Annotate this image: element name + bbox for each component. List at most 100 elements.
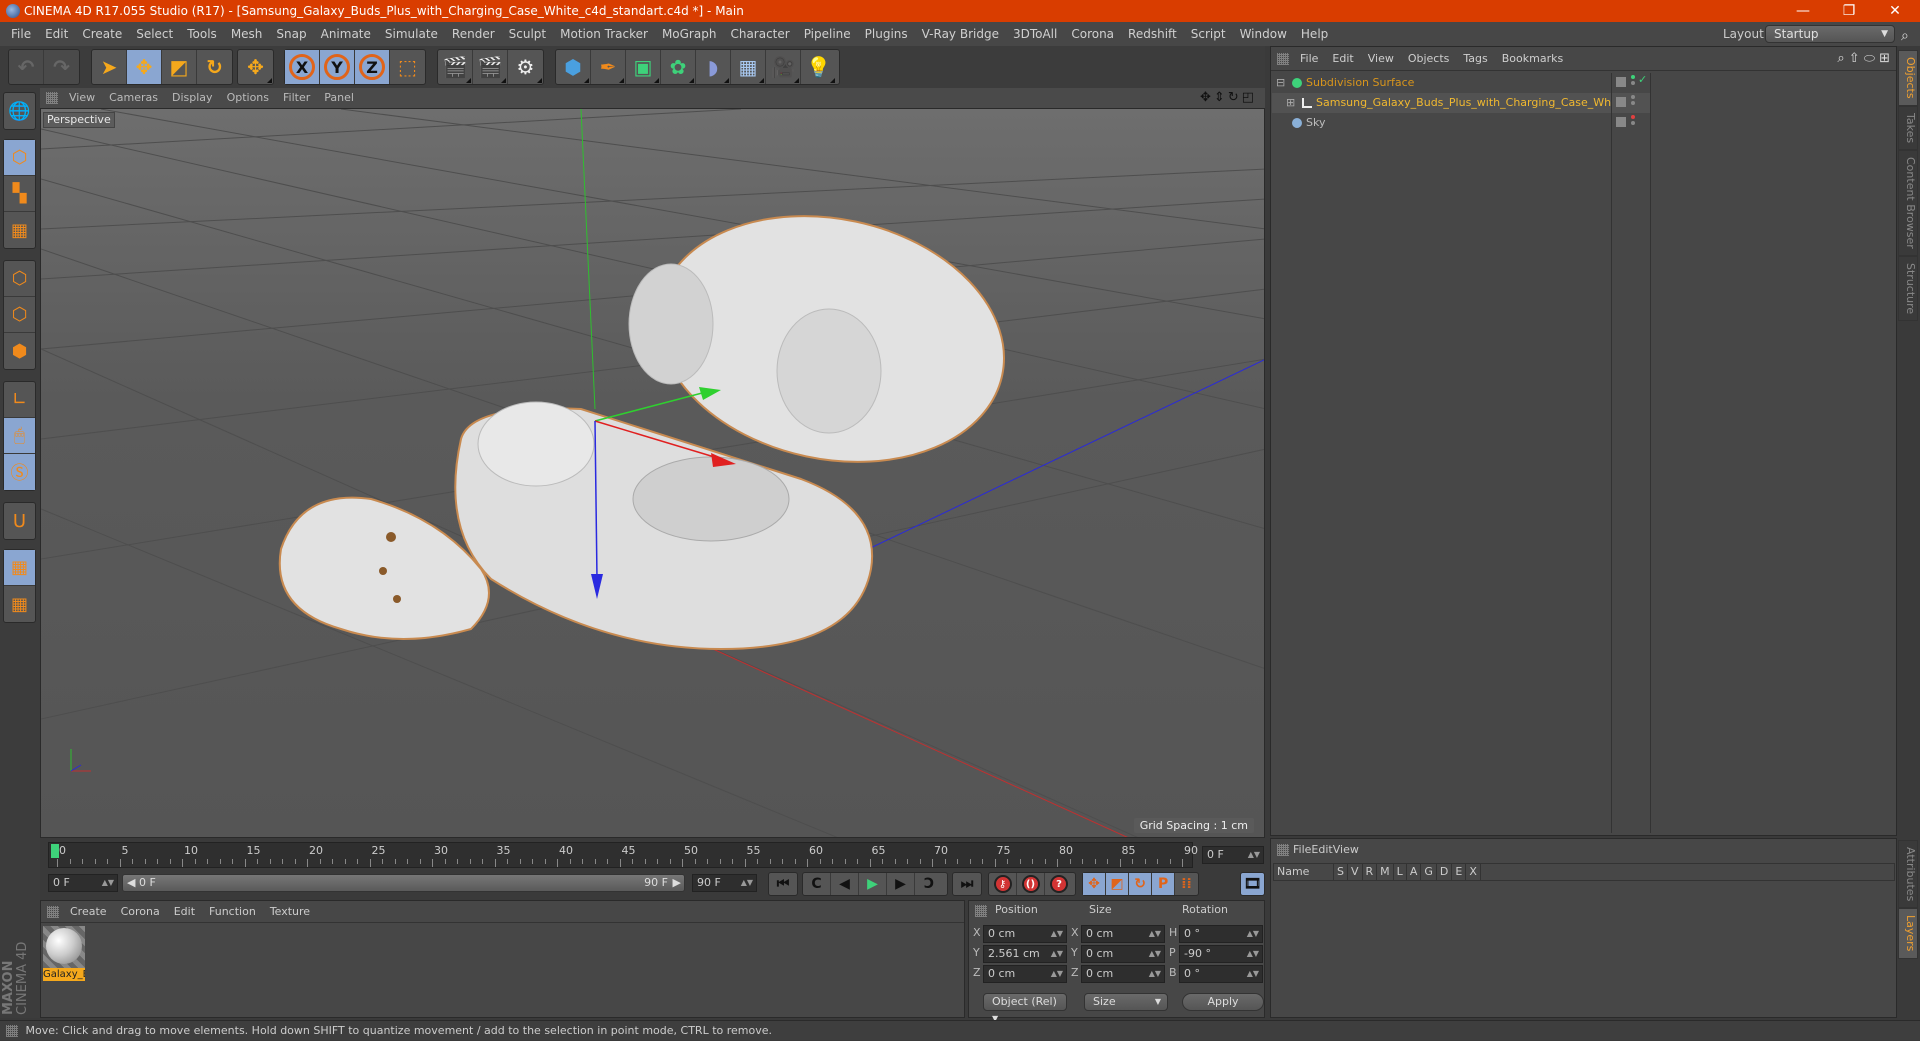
- range-right-arrow-icon[interactable]: ▶: [673, 875, 681, 891]
- previous-key-button[interactable]: C: [803, 873, 831, 895]
- cube-button[interactable]: ⬢: [556, 50, 591, 84]
- viewport-menu-filter[interactable]: Filter: [276, 88, 317, 108]
- panel-grip-icon[interactable]: [1277, 53, 1289, 65]
- pan-icon[interactable]: ✥: [1200, 90, 1211, 105]
- spinner-icon[interactable]: ▲▼: [1149, 946, 1161, 962]
- om-menu-edit[interactable]: Edit: [1325, 47, 1360, 71]
- search-icon[interactable]: ⌕: [1837, 51, 1844, 66]
- menu-plugins[interactable]: Plugins: [858, 22, 915, 46]
- close-button[interactable]: ✕: [1872, 0, 1918, 22]
- viewport-menu-panel[interactable]: Panel: [317, 88, 361, 108]
- side-tab-layers[interactable]: Layers: [1898, 908, 1918, 959]
- size-mode-dropdown[interactable]: Size ▼: [1084, 993, 1168, 1011]
- layer-column-v[interactable]: V: [1348, 864, 1363, 880]
- mm-menu-create[interactable]: Create: [63, 901, 114, 923]
- locked-workplane-button[interactable]: ▦: [4, 550, 35, 586]
- menu-v-ray-bridge[interactable]: V-Ray Bridge: [915, 22, 1006, 46]
- next-frame-button[interactable]: ▶: [887, 873, 915, 895]
- om-menu-file[interactable]: File: [1293, 47, 1325, 71]
- menu-motion-tracker[interactable]: Motion Tracker: [553, 22, 655, 46]
- key-position-button[interactable]: ✥: [1083, 873, 1107, 895]
- menu-redshift[interactable]: Redshift: [1121, 22, 1184, 46]
- minimize-button[interactable]: —: [1780, 0, 1826, 22]
- menu-snap[interactable]: Snap: [269, 22, 313, 46]
- go-to-start-button[interactable]: ⏮: [769, 873, 797, 895]
- spinner-icon[interactable]: ▲▼: [1247, 926, 1259, 942]
- spinner-icon[interactable]: ▲▼: [1247, 966, 1259, 982]
- dolly-icon[interactable]: ⇕: [1214, 90, 1225, 105]
- go-to-end-button[interactable]: ⏭: [953, 873, 981, 895]
- tweak-mode-button[interactable]: 🖱: [4, 418, 35, 454]
- visibility-dots-icon[interactable]: [1631, 115, 1635, 119]
- panel-grip-icon[interactable]: [1277, 844, 1289, 856]
- enabled-check-icon[interactable]: ✓: [1638, 73, 1647, 86]
- axis-mode-button[interactable]: ∟: [4, 382, 35, 418]
- home-icon[interactable]: ⇧: [1849, 51, 1860, 66]
- layer-column-x[interactable]: X: [1466, 864, 1481, 880]
- key-scale-button[interactable]: ◩: [1106, 873, 1130, 895]
- om-menu-bookmarks[interactable]: Bookmarks: [1495, 47, 1570, 71]
- spinner-icon[interactable]: ▲▼: [1247, 946, 1259, 962]
- mm-menu-texture[interactable]: Texture: [263, 901, 317, 923]
- model-mode-button[interactable]: ⬡: [4, 140, 35, 176]
- timeline-ruler[interactable]: 0 5 10 15 20 25 30 35 40 45 50 55 60 65 70 75 80 85 90: [48, 842, 1198, 868]
- keyframe-selection-button[interactable]: ?: [1045, 873, 1073, 895]
- side-tab-takes[interactable]: Takes: [1898, 105, 1918, 150]
- pen-spline-button[interactable]: ✒: [591, 50, 626, 84]
- menu-window[interactable]: Window: [1233, 22, 1294, 46]
- menu-help[interactable]: Help: [1294, 22, 1335, 46]
- subdivision-surface-button[interactable]: ▣: [626, 50, 661, 84]
- menu-tools[interactable]: Tools: [180, 22, 224, 46]
- edges-mode-button[interactable]: ⬡: [4, 297, 35, 333]
- rotate-button[interactable]: ↻: [197, 50, 232, 84]
- menu-corona[interactable]: Corona: [1064, 22, 1121, 46]
- polygons-mode-button[interactable]: ⬢: [4, 333, 35, 369]
- spinner-icon[interactable]: ▲▼: [1051, 926, 1063, 942]
- side-tab-content-browser[interactable]: Content Browser: [1898, 149, 1918, 256]
- menu-animate[interactable]: Animate: [314, 22, 378, 46]
- layer-column-name[interactable]: Name: [1274, 864, 1334, 880]
- rot-h-field[interactable]: 0 ° ▲▼: [1179, 925, 1263, 943]
- viewport-menu-cameras[interactable]: Cameras: [102, 88, 165, 108]
- mm-menu-function[interactable]: Function: [202, 901, 263, 923]
- panel-grip-icon[interactable]: [47, 906, 59, 918]
- render-settings-button[interactable]: ⚙: [508, 50, 543, 84]
- viewport-menu-view[interactable]: View: [62, 88, 102, 108]
- layer-column-e[interactable]: E: [1452, 864, 1467, 880]
- axis-lock-x-button[interactable]: X: [285, 50, 320, 84]
- lm-menu-view[interactable]: View: [1333, 843, 1359, 856]
- maximize-view-icon[interactable]: ◰: [1242, 90, 1254, 105]
- object-row[interactable]: Sky: [1272, 113, 1612, 133]
- om-menu-view[interactable]: View: [1361, 47, 1401, 71]
- lm-menu-file[interactable]: File: [1293, 843, 1311, 856]
- lm-menu-edit[interactable]: Edit: [1311, 843, 1332, 856]
- menu-mograph[interactable]: MoGraph: [655, 22, 724, 46]
- menu-mesh[interactable]: Mesh: [224, 22, 270, 46]
- start-frame-field[interactable]: 0 F ▲▼: [48, 874, 118, 892]
- planar-workplane-button[interactable]: ▦: [4, 586, 35, 622]
- object-row[interactable]: ⊟ Subdivision Surface: [1272, 73, 1612, 93]
- end-frame-field[interactable]: 90 F ▲▼: [692, 874, 757, 892]
- size-y-field[interactable]: 0 cm ▲▼: [1081, 945, 1165, 963]
- layer-toggle-icon[interactable]: [1616, 77, 1626, 87]
- select-pointer-button[interactable]: ➤: [92, 50, 127, 84]
- coordinate-mode-dropdown[interactable]: Object (Rel) ▼: [983, 993, 1067, 1023]
- range-left-arrow-icon[interactable]: ◀: [123, 876, 135, 889]
- material-swatch[interactable]: Galaxy_B: [43, 926, 85, 982]
- panel-grip-icon[interactable]: [975, 905, 987, 917]
- bend-deformer-button[interactable]: ◗: [696, 50, 731, 84]
- spinner-icon[interactable]: ▲▼: [1149, 966, 1161, 982]
- autokeying-button[interactable]: (): [1017, 873, 1045, 895]
- perspective-viewport[interactable]: Perspective Grid Spacing : 1 cm: [40, 108, 1265, 838]
- last-tool-button[interactable]: ✥: [238, 50, 273, 84]
- side-tab-structure[interactable]: Structure: [1898, 255, 1918, 321]
- layer-column-g[interactable]: G: [1421, 864, 1437, 880]
- camera-button[interactable]: 🎥: [766, 50, 801, 84]
- spinner-icon[interactable]: ▲▼: [1051, 966, 1063, 982]
- points-mode-button[interactable]: ⬡: [4, 261, 35, 297]
- visibility-dots-icon[interactable]: [1631, 95, 1635, 99]
- om-menu-tags[interactable]: Tags: [1456, 47, 1494, 71]
- layer-column-r[interactable]: R: [1363, 864, 1378, 880]
- pos-x-field[interactable]: 0 cm ▲▼: [983, 925, 1067, 943]
- layer-column-m[interactable]: M: [1377, 864, 1394, 880]
